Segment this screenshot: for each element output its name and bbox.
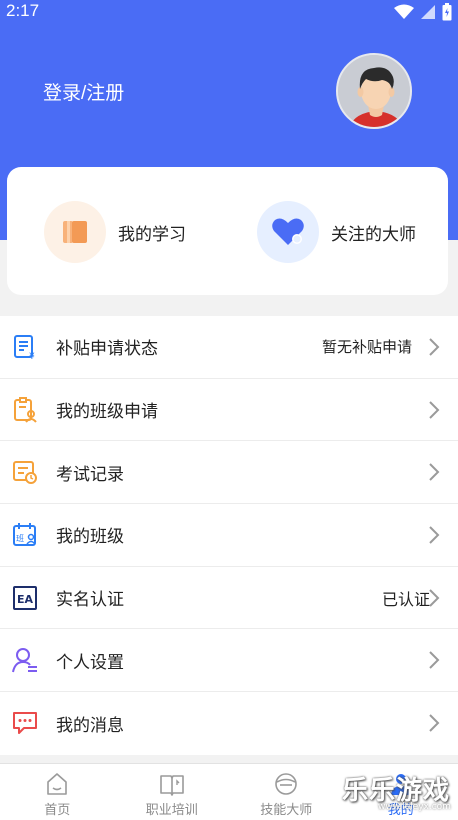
menu-item-label: 我的消息 [56, 715, 124, 735]
menu-item-label: 补贴申请状态 [56, 339, 158, 359]
avatar[interactable] [336, 53, 412, 129]
login-register-link[interactable]: 登录/注册 [43, 78, 124, 105]
wifi-icon [394, 4, 414, 19]
menu-item-my-messages[interactable]: 我的消息 [0, 692, 458, 755]
exam-record-icon [13, 461, 37, 485]
chevron-right-icon [429, 338, 440, 356]
chevron-right-icon [429, 651, 440, 669]
followed-masters-button[interactable]: 关注的大师 [257, 201, 416, 263]
menu-item-label: 实名认证 [56, 590, 124, 610]
my-learning-button[interactable]: 我的学习 [44, 201, 186, 263]
tab-masters[interactable]: 技能大师 [229, 764, 344, 820]
menu-item-label: 个人设置 [56, 652, 124, 672]
svg-text:班: 班 [16, 533, 24, 543]
auth-status-value: 已认证 [381, 591, 430, 609]
watermark: 乐乐游戏 www.leleyx.com [338, 768, 456, 816]
settings-menu: ¥ 补贴申请状态 暂无补贴申请 我的班级申请 考试记录 班 我的班级 EA 实名… [0, 316, 458, 755]
chevron-right-icon [429, 400, 440, 419]
chevron-right-icon [429, 714, 440, 733]
menu-item-exam-record[interactable]: 考试记录 [0, 441, 458, 505]
menu-item-real-name-auth[interactable]: EA 实名认证 已认证 [0, 567, 458, 630]
tab-training[interactable]: 职业培训 [115, 764, 230, 820]
menu-item-class-application[interactable]: 我的班级申请 [0, 379, 458, 442]
menu-item-label: 我的班级 [56, 527, 124, 547]
class-application-icon [14, 396, 37, 423]
chevron-right-icon [429, 588, 440, 607]
chevron-right-icon [429, 526, 440, 544]
signal-icon [421, 5, 435, 19]
book-icon-bg [44, 201, 106, 263]
svg-text:¥: ¥ [29, 352, 35, 360]
class-calendar-icon: 班 [13, 522, 36, 546]
watermark-url: www.leleyx.com [378, 802, 451, 812]
status-icons [394, 3, 452, 21]
followed-masters-label: 关注的大师 [331, 224, 416, 244]
id-card-icon: EA [13, 585, 37, 610]
message-icon [13, 712, 37, 735]
my-learning-label: 我的学习 [118, 224, 186, 244]
tab-label: 技能大师 [260, 802, 313, 817]
heart-icon-bg [257, 201, 319, 263]
menu-item-personal-settings[interactable]: 个人设置 [0, 629, 458, 693]
menu-item-value: 暂无补贴申请 [321, 339, 412, 357]
status-time: 2:17 [6, 1, 40, 20]
menu-item-label: 我的班级申请 [56, 402, 158, 422]
quick-actions-card: 我的学习 关注的大师 [7, 167, 448, 295]
heart-icon [272, 218, 304, 245]
tab-label: 首页 [44, 802, 71, 817]
battery-icon [442, 3, 452, 21]
book-icon [63, 221, 87, 243]
tab-home[interactable]: 首页 [0, 764, 115, 820]
menu-item-subsidy-status[interactable]: ¥ 补贴申请状态 暂无补贴申请 [0, 316, 458, 379]
home-icon [47, 773, 68, 795]
master-icon [275, 773, 298, 795]
menu-item-label: 考试记录 [56, 464, 124, 484]
status-bar: 2:17 [0, 0, 458, 24]
subsidy-doc-icon: ¥ [14, 334, 35, 360]
svg-text:EA: EA [17, 593, 34, 606]
tab-label: 职业培训 [145, 802, 198, 817]
chevron-right-icon [429, 463, 440, 481]
menu-item-my-class[interactable]: 班 我的班级 [0, 504, 458, 567]
user-settings-icon [12, 648, 37, 673]
training-book-icon [159, 775, 184, 796]
